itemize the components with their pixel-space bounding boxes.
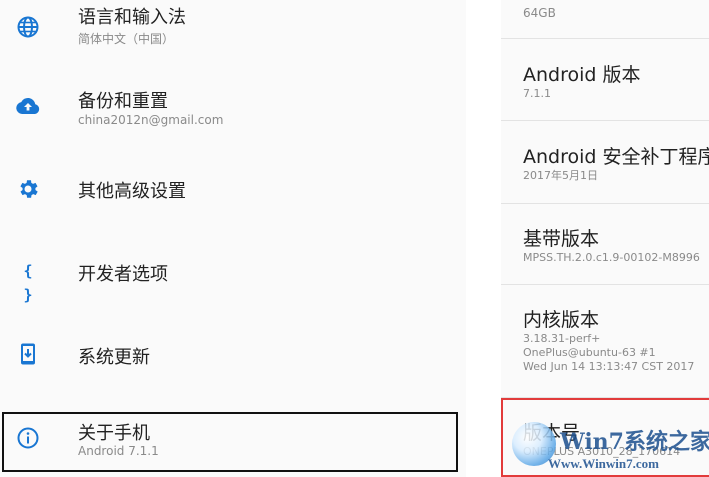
about-item-title: 内核版本 — [523, 309, 600, 331]
about-item-security-patch[interactable]: Android 安全补丁程序 2017年5月1日 — [501, 121, 709, 203]
braces-icon: { } — [23, 262, 33, 304]
settings-item-language[interactable]: 语言和输入法 简体中文（中国） — [0, 0, 466, 72]
about-item-value: 7.1.1 — [523, 87, 551, 100]
watermark-text: Win7系统之家 — [560, 429, 709, 455]
about-phone-panel: 64GB Android 版本 7.1.1 Android 安全补丁程序 201… — [501, 0, 709, 477]
settings-item-developer[interactable]: { } 开发者选项 — [0, 231, 466, 313]
about-item-value-line: Wed Jun 14 13:13:47 CST 2017 — [523, 360, 695, 373]
gear-icon — [16, 177, 40, 201]
settings-item-title: 开发者选项 — [78, 264, 168, 285]
about-item-title: Android 版本 — [523, 64, 641, 86]
about-item-android-version[interactable]: Android 版本 7.1.1 — [501, 39, 709, 120]
about-item-kernel[interactable]: 内核版本 3.18.31-perf+ OnePlus@ubuntu-63 #1 … — [501, 285, 709, 397]
cloud-upload-icon — [16, 94, 40, 118]
highlight-box-about-phone — [2, 412, 458, 472]
globe-icon — [16, 15, 40, 39]
about-item-value: MPSS.TH.2.0.c1.9-00102-M8996 — [523, 251, 700, 264]
about-item-value: 2017年5月1日 — [523, 169, 598, 182]
watermark: Win7系统之家 Www.Winwin7.com — [508, 418, 709, 477]
about-item-title: Android 安全补丁程序 — [523, 146, 709, 168]
about-item-title: 基带版本 — [523, 228, 600, 250]
storage-value: 64GB — [523, 6, 556, 20]
settings-item-title: 其他高级设置 — [78, 181, 186, 202]
settings-item-title: 系统更新 — [78, 347, 150, 368]
about-item-baseband[interactable]: 基带版本 MPSS.TH.2.0.c1.9-00102-M8996 — [501, 204, 709, 284]
settings-item-advanced[interactable]: 其他高级设置 — [0, 148, 466, 230]
settings-item-system-update[interactable]: 系统更新 — [0, 314, 466, 396]
settings-item-subtitle: 简体中文（中国） — [78, 32, 175, 46]
settings-panel: 语言和输入法 简体中文（中国） 备份和重置 china2012n@gmail.c… — [0, 0, 466, 477]
settings-item-title: 语言和输入法 — [78, 7, 186, 28]
watermark-url: Www.Winwin7.com — [548, 456, 659, 471]
settings-item-subtitle: china2012n@gmail.com — [78, 113, 224, 127]
about-item-value-line: OnePlus@ubuntu-63 #1 — [523, 346, 656, 359]
settings-item-title: 备份和重置 — [78, 91, 168, 112]
about-item-value-line: 3.18.31-perf+ — [523, 332, 601, 345]
system-update-icon — [16, 342, 40, 366]
settings-item-backup[interactable]: 备份和重置 china2012n@gmail.com — [0, 72, 466, 154]
